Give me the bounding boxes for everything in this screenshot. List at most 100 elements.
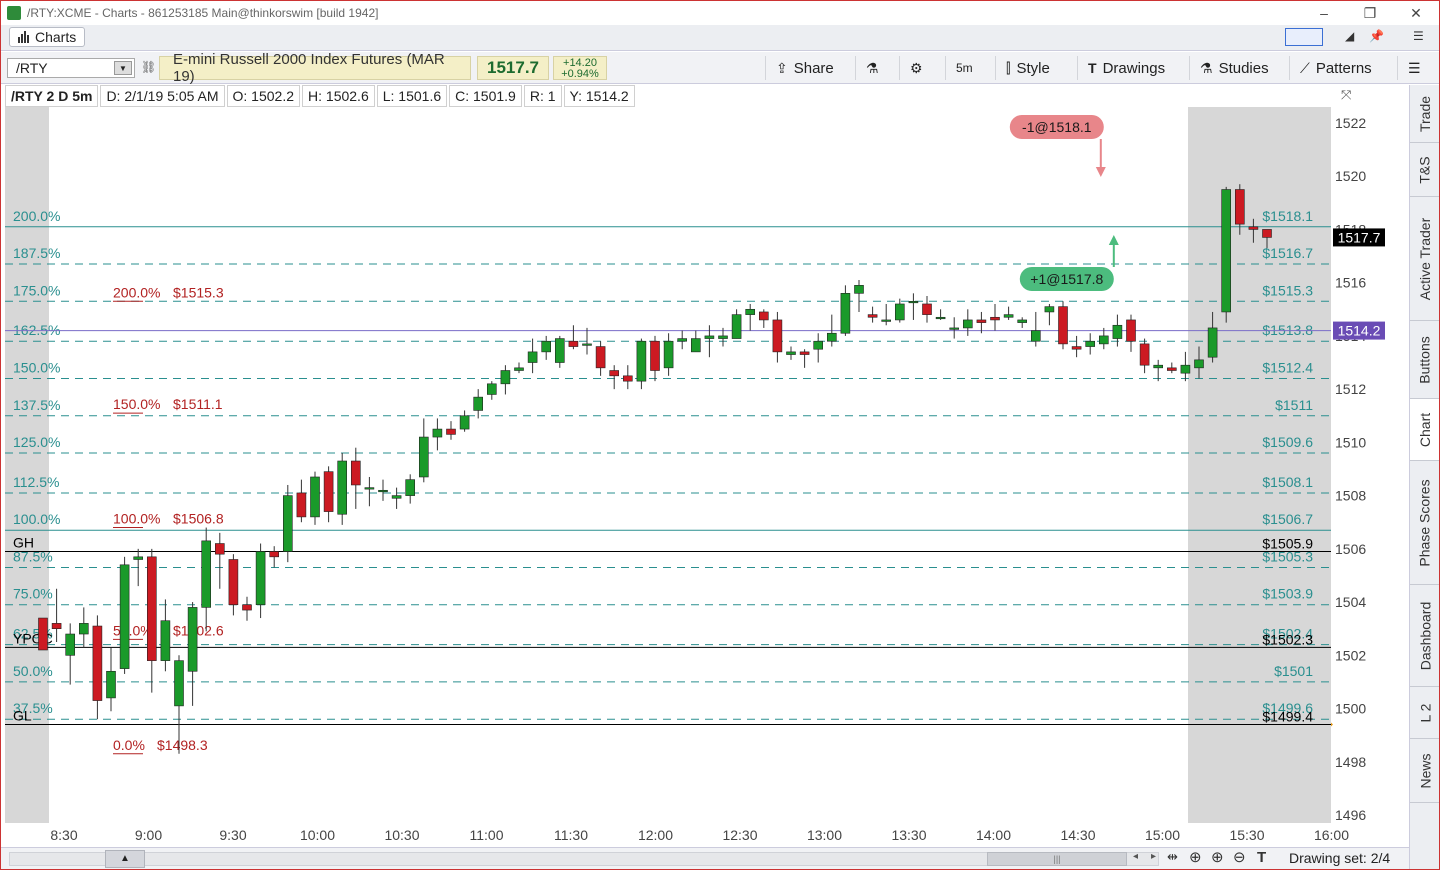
minimize-button[interactable]: – <box>1301 1 1347 25</box>
time-axis[interactable]: 8:30 9:00 9:30 10:00 10:30 11:00 11:30 12:00 12:… <box>1 823 1409 847</box>
candle-down <box>38 617 48 651</box>
candle-down <box>215 543 225 555</box>
candle-up <box>718 335 728 339</box>
crosshair-icon[interactable]: ⊕ <box>1189 848 1202 866</box>
candle-up <box>391 495 402 499</box>
toolbar-menu-button[interactable]: ☰ <box>1397 56 1421 80</box>
time-tick-label: 14:00 <box>976 827 1011 843</box>
candle-up <box>894 303 905 321</box>
time-tick-label: 12:00 <box>638 827 673 843</box>
candle-down <box>1167 367 1177 371</box>
candle-up <box>582 343 592 346</box>
candle-up <box>79 623 89 635</box>
candle-down <box>147 556 157 661</box>
share-icon: ⇪ <box>776 59 788 76</box>
fib-level-price: $1515.3 <box>1262 282 1313 298</box>
scroll-right-icon[interactable]: ▸ <box>1151 851 1156 862</box>
ohlc-info-bar: /RTY 2 D 5m D: 2/1/19 5:05 AM O: 1502.2 … <box>5 85 637 107</box>
zoom-out-icon[interactable]: ⊖ <box>1233 848 1246 866</box>
flask-button[interactable]: ⚗ <box>855 56 879 80</box>
sidebar-tab-active-trader[interactable]: Active Trader <box>1410 197 1439 321</box>
candle-up <box>1003 314 1014 318</box>
style-button[interactable]: ⫿ Style <box>995 56 1050 80</box>
candle-down <box>323 471 334 512</box>
fib-left-percent: 100.0% <box>113 511 160 527</box>
timeframe-button[interactable]: 5m <box>945 56 973 80</box>
pattern-icon: ⟋ <box>1300 59 1310 76</box>
fib-left-price: $1498.3 <box>157 737 208 753</box>
patterns-button[interactable]: ⟋ Patterns <box>1289 56 1372 80</box>
bar-close: C: 1501.9 <box>449 85 522 107</box>
chart-id[interactable]: /RTY 2 D 5m <box>5 85 99 107</box>
sidebar-tab-l2[interactable]: L 2 <box>1410 687 1439 739</box>
link-icon[interactable]: ⛓ <box>141 60 156 74</box>
sidebar-tab-phase-scores[interactable]: Phase Scores <box>1410 461 1439 585</box>
symbol-dropdown-icon[interactable]: ▼ <box>114 61 132 75</box>
flask-studies-icon: ⚗ <box>1200 59 1213 76</box>
zoom-in-icon[interactable]: ⊕ <box>1211 848 1224 866</box>
sidebar-tab-ts[interactable]: T&S <box>1410 143 1439 197</box>
price-tick-label: 1516 <box>1335 275 1366 291</box>
fib-left-percent: 50.0% <box>113 622 153 638</box>
candle-up <box>527 351 538 363</box>
price-tick-label: 1496 <box>1335 807 1366 823</box>
drawing-set-label[interactable]: Drawing set: 2/4 <box>1289 850 1390 866</box>
sidebar-tab-buttons[interactable]: Buttons <box>1410 321 1439 399</box>
price-tick-label: 1504 <box>1335 594 1366 610</box>
grid-layout-button[interactable] <box>1285 28 1323 46</box>
sidebar-tab-dashboard[interactable]: Dashboard <box>1410 585 1439 687</box>
menu-icon: ☰ <box>1408 59 1421 76</box>
price-chart[interactable]: 200.0% $1518.1 187.5% $1516.7 175.0% $1515.3 1… <box>5 107 1331 823</box>
scroll-thumb[interactable]: ||| <box>987 852 1127 866</box>
price-tick-label: 1522 <box>1335 115 1366 131</box>
scroll-left-icon[interactable]: ◂ <box>1133 851 1138 862</box>
sidebar-tab-dashboard-label: Dashboard <box>1417 601 1433 670</box>
candle-down <box>609 370 620 377</box>
symbol-description: E-mini Russell 2000 Index Futures (MAR 1… <box>159 51 471 85</box>
symbol-input[interactable]: /RTY ▼ <box>7 58 135 78</box>
tab-charts-label: Charts <box>35 29 77 45</box>
candle-up <box>690 338 701 353</box>
price-tick-label: 1502 <box>1335 647 1366 663</box>
price-tick-label: 1520 <box>1335 168 1366 184</box>
expand-button[interactable]: ▲ <box>105 850 145 868</box>
studies-button[interactable]: ⚗ Studies <box>1189 56 1269 80</box>
corner-arrow-icon[interactable]: ◢ <box>1345 29 1354 43</box>
tab-charts[interactable]: Charts <box>9 27 86 47</box>
candle-up <box>1099 335 1109 345</box>
buy-fill-label: +1@1517.8 <box>1030 271 1103 287</box>
close-button[interactable]: ✕ <box>1393 1 1439 25</box>
pin-icon[interactable]: 📌 <box>1369 29 1384 43</box>
drawings-label: Drawings <box>1102 59 1166 77</box>
drawings-button[interactable]: T Drawings <box>1077 56 1165 80</box>
time-tick-label: 11:00 <box>470 827 504 843</box>
bar-low: L: 1501.6 <box>376 85 448 107</box>
price-change: +14.20 +0.94% <box>553 56 607 80</box>
text-tool-icon[interactable]: T <box>1257 849 1266 866</box>
sidebar-tab-trade[interactable]: Trade <box>1410 85 1439 143</box>
share-button[interactable]: ⇪ Share <box>765 56 834 80</box>
candle-up <box>677 338 688 342</box>
candle-up <box>160 620 171 661</box>
price-axis[interactable]: 1522152015181516151415121510150815061504… <box>1331 85 1409 823</box>
chart-area[interactable]: 200.0% $1518.1 187.5% $1516.7 175.0% $1515.3 1… <box>5 107 1331 823</box>
candle-down <box>269 551 280 558</box>
sidebar-tab-news-label: News <box>1417 752 1434 789</box>
candle-up <box>432 428 443 438</box>
time-tick-label: 15:30 <box>1229 827 1264 843</box>
restore-button[interactable]: ❐ <box>1347 1 1393 25</box>
sidebar-tab-buttons-label: Buttons <box>1417 335 1434 384</box>
sidebar-tab-chart[interactable]: Chart <box>1410 399 1439 461</box>
candle-down <box>758 311 769 321</box>
fib-left-percent: 150.0% <box>113 396 160 412</box>
cursor-y: Y: 1514.2 <box>563 85 635 107</box>
candle-down <box>242 604 252 611</box>
candle-up <box>282 495 293 552</box>
settings-button[interactable]: ⚙ <box>899 56 923 80</box>
time-tick-label: 9:30 <box>219 827 246 843</box>
menu-icon[interactable]: ☰ <box>1413 29 1424 43</box>
sidebar-tab-news[interactable]: News <box>1410 739 1439 803</box>
fib-left-percent: 0.0% <box>113 737 145 753</box>
price-tick-label: 1506 <box>1335 541 1366 557</box>
expand-horizontal-icon[interactable]: ⇹ <box>1167 849 1178 865</box>
